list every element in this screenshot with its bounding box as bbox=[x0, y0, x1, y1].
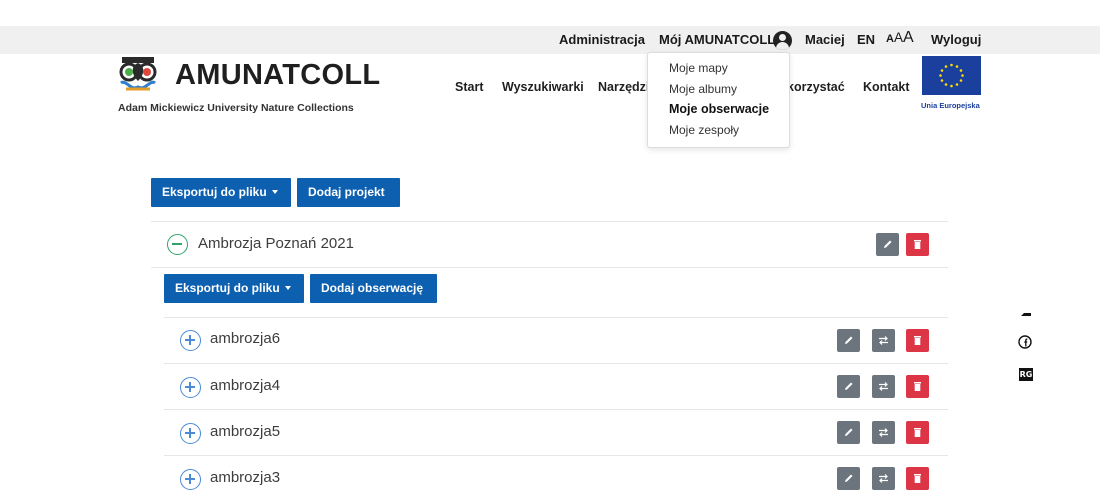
logout-link[interactable]: Wyloguj bbox=[931, 32, 981, 47]
divider bbox=[164, 409, 948, 410]
delete-observation-button[interactable] bbox=[906, 375, 929, 398]
transfer-icon bbox=[879, 428, 888, 437]
observation-name[interactable]: ambrozja5 bbox=[210, 423, 280, 440]
divider bbox=[164, 455, 948, 456]
export-label: Eksportuj do pliku bbox=[162, 185, 267, 199]
font-size-small[interactable]: A bbox=[886, 33, 894, 45]
observation-name[interactable]: ambrozja4 bbox=[210, 377, 280, 394]
divider bbox=[151, 221, 948, 222]
trash-icon bbox=[914, 240, 921, 249]
edit-observation-button[interactable] bbox=[837, 421, 860, 444]
pencil-icon bbox=[884, 240, 892, 248]
user-name[interactable]: Maciej bbox=[805, 32, 845, 47]
move-observation-button[interactable] bbox=[872, 467, 895, 490]
add-observation-label: Dodaj obserwację bbox=[321, 281, 424, 295]
divider bbox=[164, 363, 948, 364]
menu-item-my-maps[interactable]: Moje mapy bbox=[669, 61, 728, 75]
transfer-icon bbox=[879, 336, 888, 345]
project-name[interactable]: Ambrozja Poznań 2021 bbox=[198, 235, 354, 252]
top-bar: Administracja Mój AMUNATCOLL Maciej EN A… bbox=[0, 26, 1100, 54]
orcid-icon[interactable] bbox=[1018, 304, 1032, 318]
menu-item-my-albums[interactable]: Moje albumy bbox=[669, 82, 737, 96]
delete-observation-button[interactable] bbox=[906, 467, 929, 490]
logo-icon bbox=[119, 57, 157, 91]
transfer-icon bbox=[879, 382, 888, 391]
menu-item-my-teams[interactable]: Moje zespoły bbox=[669, 123, 739, 137]
edit-observation-button[interactable] bbox=[837, 467, 860, 490]
export-to-file-button[interactable]: Eksportuj do pliku bbox=[151, 178, 291, 207]
collapse-icon[interactable] bbox=[167, 234, 188, 255]
caret-down-icon bbox=[271, 189, 278, 194]
menu-item-my-observations[interactable]: Moje obserwacje bbox=[669, 102, 769, 116]
eu-flag-icon bbox=[922, 56, 981, 95]
observation-name[interactable]: ambrozja3 bbox=[210, 469, 280, 486]
expand-icon[interactable] bbox=[180, 469, 201, 490]
nav-search-engines[interactable]: Wyszukiwarki bbox=[502, 80, 584, 94]
my-amunatcoll-dropdown: Moje mapy Moje albumy Moje obserwacje Mo… bbox=[647, 52, 790, 148]
add-project-label: Dodaj projekt bbox=[308, 185, 385, 199]
move-observation-button[interactable] bbox=[872, 329, 895, 352]
divider bbox=[151, 267, 948, 268]
my-amunatcoll-link[interactable]: Mój AMUNATCOLL bbox=[659, 32, 775, 47]
expand-icon[interactable] bbox=[180, 377, 201, 398]
logo-title: AMUNATCOLL bbox=[175, 59, 381, 91]
font-size-large[interactable]: A bbox=[903, 29, 914, 46]
trash-icon bbox=[914, 382, 921, 391]
nav-tools[interactable]: Narzędzi bbox=[598, 80, 649, 94]
pencil-icon bbox=[845, 428, 853, 436]
language-switch[interactable]: EN bbox=[857, 32, 875, 47]
pencil-icon bbox=[845, 474, 853, 482]
edit-project-button[interactable] bbox=[876, 233, 899, 256]
caret-down-icon bbox=[284, 285, 291, 290]
researchgate-icon[interactable]: RG bbox=[1019, 368, 1033, 381]
export-label: Eksportuj do pliku bbox=[175, 281, 280, 295]
delete-project-button[interactable] bbox=[906, 233, 929, 256]
delete-observation-button[interactable] bbox=[906, 421, 929, 444]
eu-label: Unia Europejska bbox=[921, 101, 980, 110]
expand-icon[interactable] bbox=[180, 330, 201, 351]
pencil-icon bbox=[845, 336, 853, 344]
facebook-icon[interactable] bbox=[1018, 335, 1032, 349]
logo-subtitle: Adam Mickiewicz University Nature Collec… bbox=[118, 102, 354, 114]
delete-observation-button[interactable] bbox=[906, 329, 929, 352]
pencil-icon bbox=[845, 382, 853, 390]
export-observations-button[interactable]: Eksportuj do pliku bbox=[164, 274, 304, 303]
transfer-icon bbox=[879, 474, 888, 483]
add-observation-button[interactable]: Dodaj obserwację bbox=[310, 274, 437, 303]
observation-name[interactable]: ambrozja6 bbox=[210, 330, 280, 347]
user-icon[interactable] bbox=[773, 31, 792, 50]
divider bbox=[164, 317, 948, 318]
edit-observation-button[interactable] bbox=[837, 375, 860, 398]
expand-icon[interactable] bbox=[180, 423, 201, 444]
move-observation-button[interactable] bbox=[872, 421, 895, 444]
edit-observation-button[interactable] bbox=[837, 329, 860, 352]
nav-start[interactable]: Start bbox=[455, 80, 483, 94]
administration-link[interactable]: Administracja bbox=[559, 32, 645, 47]
nav-how-to-use[interactable]: korzystać bbox=[787, 80, 845, 94]
add-project-button[interactable]: Dodaj projekt bbox=[297, 178, 400, 207]
nav-contact[interactable]: Kontakt bbox=[863, 80, 910, 94]
font-size-medium[interactable]: A bbox=[894, 30, 903, 45]
trash-icon bbox=[914, 336, 921, 345]
font-size-switch[interactable]: AAA bbox=[886, 29, 914, 47]
trash-icon bbox=[914, 428, 921, 437]
move-observation-button[interactable] bbox=[872, 375, 895, 398]
trash-icon bbox=[914, 474, 921, 483]
